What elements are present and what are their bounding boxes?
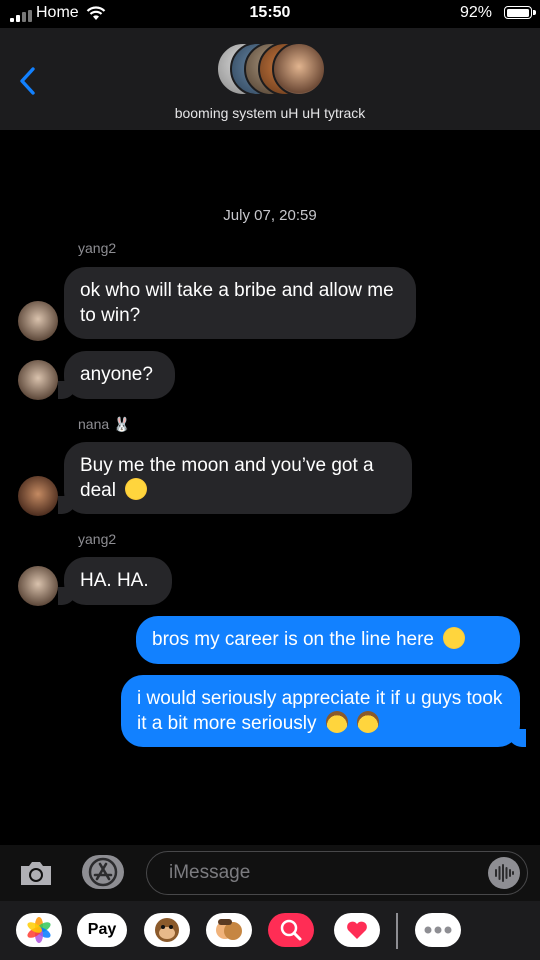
app-drawer: Pay: [0, 901, 540, 960]
message-text: HA. HA.: [80, 570, 149, 591]
digital-touch-icon[interactable]: [334, 913, 380, 947]
message-bubble[interactable]: anyone?: [58, 351, 175, 399]
avatar: [18, 566, 58, 606]
conversation-header: booming system uH uH tytrack: [0, 28, 540, 130]
apple-pay-app-icon[interactable]: Pay: [77, 913, 127, 947]
sender-name: nana 🐰: [78, 416, 131, 432]
status-bar: Home 15:50 92%: [0, 0, 540, 28]
avatar: [272, 42, 326, 96]
message-text: bros my career is on the line here: [152, 629, 434, 650]
cowboy-emoji-icon: [325, 711, 348, 733]
timestamp: July 07, 20:59: [223, 207, 317, 224]
back-chevron-icon[interactable]: [18, 66, 36, 96]
photos-app-icon[interactable]: [16, 913, 62, 947]
cowboy-emoji-icon: [357, 711, 380, 733]
message-bubble-outgoing[interactable]: bros my career is on the line here: [136, 616, 520, 664]
audio-message-icon[interactable]: [488, 857, 520, 889]
message-text: anyone?: [80, 364, 153, 385]
message-input[interactable]: [146, 851, 528, 895]
message-text: ok who will take a bribe and allow me to…: [80, 280, 394, 326]
memoji-stickers-icon[interactable]: [206, 913, 252, 947]
search-images-app-icon[interactable]: [268, 913, 314, 947]
message-bubble-outgoing[interactable]: i would seriously appreciate it if u guy…: [121, 675, 526, 747]
composer-bar: [0, 845, 540, 901]
monkey-memoji-icon[interactable]: [144, 913, 190, 947]
star-struck-emoji-icon: [125, 478, 148, 500]
avatar: [18, 360, 58, 400]
app-store-icon[interactable]: [82, 855, 124, 889]
avatar: [18, 301, 58, 341]
message-text: i would seriously appreciate it if u guy…: [137, 688, 503, 734]
message-bubble[interactable]: Buy me the moon and you’ve got a deal: [58, 442, 412, 514]
sender-name: yang2: [78, 240, 117, 256]
weary-face-emoji-icon: [443, 627, 466, 649]
message-bubble[interactable]: HA. HA.: [58, 557, 172, 605]
message-bubble[interactable]: ok who will take a bribe and allow me to…: [64, 267, 416, 339]
apple-pay-label: Pay: [87, 921, 117, 938]
camera-icon[interactable]: [18, 858, 54, 888]
divider: [396, 913, 398, 949]
avatar: [18, 476, 58, 516]
battery-percent: 92%: [459, 4, 492, 21]
sender-name: yang2: [78, 531, 117, 547]
battery-icon: [504, 6, 536, 19]
group-avatar-stack[interactable]: [216, 42, 326, 98]
message-text: Buy me the moon and you’ve got a deal: [80, 455, 374, 501]
more-apps-icon[interactable]: [415, 913, 461, 947]
group-name[interactable]: booming system uH uH tytrack: [0, 105, 540, 121]
